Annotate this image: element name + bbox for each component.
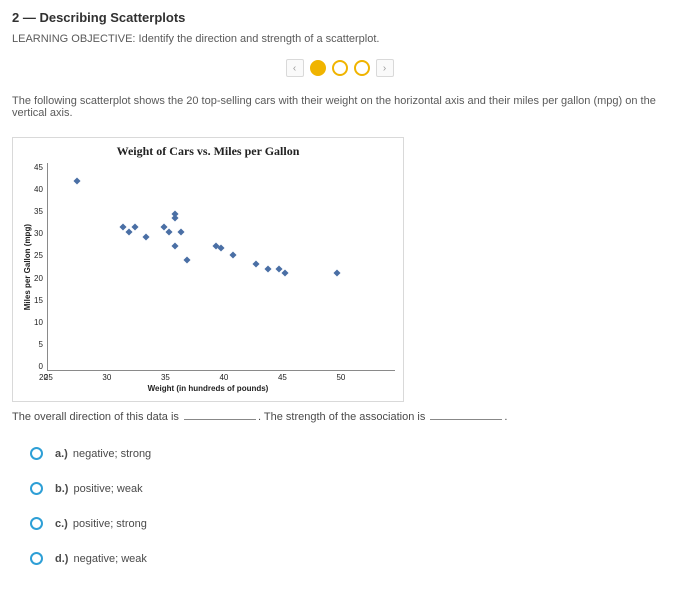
- data-point: [183, 256, 190, 263]
- data-point: [177, 228, 184, 235]
- blank-2: [430, 410, 502, 420]
- radio-icon: [30, 447, 43, 460]
- chevron-left-icon: ‹: [293, 63, 296, 74]
- data-point: [218, 245, 225, 252]
- question-part-1: The overall direction of this data is: [12, 411, 179, 423]
- y-tick: 0: [34, 362, 43, 371]
- scatterplot-chart: Weight of Cars vs. Miles per Gallon Mile…: [12, 137, 404, 402]
- data-point: [120, 224, 127, 231]
- y-tick: 20: [34, 274, 43, 283]
- x-tick: 50: [336, 373, 395, 382]
- data-point: [166, 228, 173, 235]
- x-axis-ticks: 20253035404550: [43, 371, 395, 382]
- x-tick: 40: [219, 373, 278, 382]
- learning-objective: LEARNING OBJECTIVE: Identify the directi…: [12, 33, 667, 45]
- data-point: [73, 178, 80, 185]
- learning-objective-label: LEARNING OBJECTIVE:: [12, 33, 135, 45]
- data-point: [264, 265, 271, 272]
- x-axis-label: Weight (in hundreds of pounds): [21, 384, 395, 393]
- option-text: a.) negative; strong: [55, 448, 151, 460]
- radio-icon: [30, 482, 43, 495]
- plot-area: [47, 163, 395, 371]
- radio-icon: [30, 552, 43, 565]
- question-part-3: .: [504, 411, 507, 423]
- answer-option-c[interactable]: c.) positive; strong: [30, 517, 667, 530]
- y-tick: 5: [34, 340, 43, 349]
- data-point: [125, 228, 132, 235]
- y-tick: 30: [34, 229, 43, 238]
- x-tick: 25: [44, 373, 103, 382]
- y-axis-ticks: 45 40 35 30 25 20 15 10 5 0: [34, 163, 47, 371]
- question-text: The overall direction of this data is . …: [12, 410, 667, 423]
- y-tick: 40: [34, 185, 43, 194]
- data-point: [131, 224, 138, 231]
- blank-1: [184, 410, 256, 420]
- prev-button[interactable]: ‹: [286, 59, 304, 77]
- chevron-right-icon: ›: [383, 63, 386, 74]
- next-button[interactable]: ›: [376, 59, 394, 77]
- x-tick: 30: [102, 373, 161, 382]
- data-point: [143, 233, 150, 240]
- data-point: [282, 270, 289, 277]
- option-text: b.) positive; weak: [55, 483, 143, 495]
- progress-dot-3[interactable]: [354, 60, 370, 76]
- chart-title: Weight of Cars vs. Miles per Gallon: [21, 144, 395, 159]
- y-tick: 45: [34, 163, 43, 172]
- progress-dot-2[interactable]: [332, 60, 348, 76]
- y-tick: 25: [34, 251, 43, 260]
- y-tick: 15: [34, 296, 43, 305]
- data-point: [172, 210, 179, 217]
- question-part-2: . The strength of the association is: [258, 411, 425, 423]
- answer-options: a.) negative; strong b.) positive; weak c.…: [12, 447, 667, 565]
- learning-objective-text: Identify the direction and strength of a…: [139, 33, 380, 45]
- x-tick: 35: [161, 373, 220, 382]
- progress-nav: ‹ ›: [12, 59, 667, 77]
- radio-icon: [30, 517, 43, 530]
- y-tick: 10: [34, 318, 43, 327]
- answer-option-d[interactable]: d.) negative; weak: [30, 552, 667, 565]
- data-point: [253, 261, 260, 268]
- y-tick: 35: [34, 207, 43, 216]
- section-heading: 2 — Describing Scatterplots: [12, 10, 667, 25]
- y-axis-label: Miles per Gallon (mpg): [21, 224, 34, 310]
- option-text: c.) positive; strong: [55, 518, 147, 530]
- x-tick: 45: [278, 373, 337, 382]
- progress-dot-1[interactable]: [310, 60, 326, 76]
- data-point: [172, 242, 179, 249]
- data-point: [229, 251, 236, 258]
- answer-option-b[interactable]: b.) positive; weak: [30, 482, 667, 495]
- data-point: [334, 270, 341, 277]
- answer-option-a[interactable]: a.) negative; strong: [30, 447, 667, 460]
- option-text: d.) negative; weak: [55, 553, 147, 565]
- intro-text: The following scatterplot shows the 20 t…: [12, 95, 667, 119]
